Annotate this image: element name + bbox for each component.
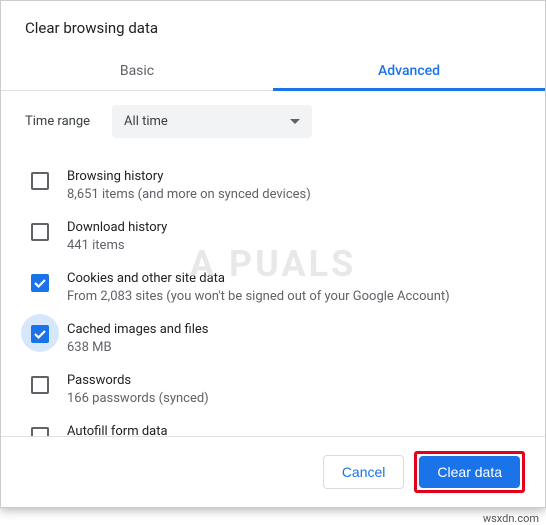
cancel-button[interactable]: Cancel bbox=[323, 455, 405, 489]
clear-browsing-data-dialog: Clear browsing data Basic Advanced A PUA… bbox=[0, 0, 546, 508]
checkbox-passwords[interactable] bbox=[31, 376, 49, 394]
time-range-value: All time bbox=[124, 114, 168, 129]
dialog-body[interactable]: A PUALS Time range All time Browsing his… bbox=[1, 91, 545, 436]
checkbox-autofill[interactable] bbox=[31, 427, 49, 436]
checkbox-download-history[interactable] bbox=[31, 223, 49, 241]
checkbox-browsing-history[interactable] bbox=[31, 172, 49, 190]
option-sub: 8,651 items (and more on synced devices) bbox=[67, 187, 311, 202]
option-sub: 638 MB bbox=[67, 340, 208, 355]
option-label: Browsing history bbox=[67, 169, 311, 184]
tab-bar: Basic Advanced bbox=[1, 51, 545, 91]
chevron-down-icon bbox=[290, 114, 300, 129]
option-passwords: Passwords 166 passwords (synced) bbox=[25, 364, 521, 415]
option-label: Cookies and other site data bbox=[67, 271, 450, 286]
option-autofill: Autofill form data bbox=[25, 415, 521, 436]
option-cookies: Cookies and other site data From 2,083 s… bbox=[25, 262, 521, 313]
option-download-history: Download history 441 items bbox=[25, 211, 521, 262]
option-cached-images: Cached images and files 638 MB bbox=[25, 313, 521, 364]
checkbox-cookies[interactable] bbox=[31, 274, 49, 292]
site-credit: wsxdn.com bbox=[483, 512, 539, 525]
option-label: Autofill form data bbox=[67, 424, 168, 436]
option-sub: 166 passwords (synced) bbox=[67, 391, 209, 406]
option-label: Cached images and files bbox=[67, 322, 208, 337]
option-label: Download history bbox=[67, 220, 167, 235]
option-sub: From 2,083 sites (you won't be signed ou… bbox=[67, 289, 450, 304]
tab-basic[interactable]: Basic bbox=[1, 51, 273, 90]
dialog-footer: Cancel Clear data bbox=[1, 436, 545, 507]
dialog-title: Clear browsing data bbox=[1, 1, 545, 51]
option-label: Passwords bbox=[67, 373, 209, 388]
highlight-ring: Clear data bbox=[414, 451, 525, 493]
tab-advanced[interactable]: Advanced bbox=[273, 51, 545, 90]
option-sub: 441 items bbox=[67, 238, 167, 253]
time-range-select[interactable]: All time bbox=[112, 105, 312, 138]
clear-data-button[interactable]: Clear data bbox=[419, 456, 520, 488]
checkbox-cached-images[interactable] bbox=[31, 325, 49, 343]
time-range-label: Time range bbox=[25, 114, 90, 129]
option-browsing-history: Browsing history 8,651 items (and more o… bbox=[25, 160, 521, 211]
time-range-row: Time range All time bbox=[25, 105, 521, 138]
